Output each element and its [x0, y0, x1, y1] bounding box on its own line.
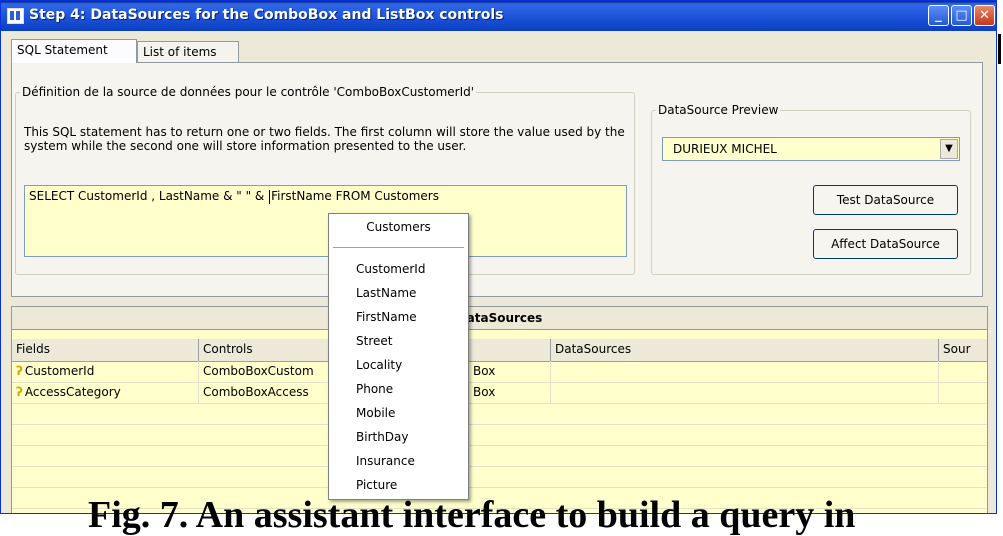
table-cell-datasource	[551, 382, 939, 403]
test-datasource-button[interactable]: Test DataSource	[813, 185, 958, 215]
popup-item-customerid[interactable]: CustomerId	[356, 262, 425, 276]
popup-divider	[333, 247, 464, 248]
column-header-source[interactable]: Sour	[939, 339, 987, 361]
popup-item-locality[interactable]: Locality	[356, 358, 402, 372]
definition-legend: Définition de la source de données pour …	[22, 85, 475, 99]
sql-text-after: FirstName FROM Customers	[271, 189, 439, 203]
table-cell-control: ComboBoxAccess	[199, 382, 329, 403]
popup-item-insurance[interactable]: Insurance	[356, 454, 415, 468]
preview-selected-value: DURIEUX MICHEL	[673, 142, 777, 156]
key-icon: ʔ	[16, 385, 23, 399]
popup-table-name: Customers	[366, 220, 431, 234]
sql-text-before: SELECT CustomerId , LastName & " " &	[29, 189, 269, 203]
tab-sql-statement[interactable]: SQL Statement	[11, 39, 137, 63]
chevron-down-icon[interactable]: ▼	[940, 139, 958, 159]
sql-textarea[interactable]: SELECT CustomerId , LastName & " " & Fir…	[24, 185, 627, 257]
maximize-button[interactable]: □	[951, 5, 972, 26]
popup-item-firstname[interactable]: FirstName	[356, 310, 417, 324]
preview-legend: DataSource Preview	[658, 103, 779, 117]
figure-caption: Fig. 7. An assistant interface to build …	[88, 494, 856, 536]
datasources-grid: DataSources Fields Controls DataSources …	[11, 306, 988, 513]
close-button[interactable]: ✕	[974, 5, 995, 26]
table-cell-field: ʔ CustomerId	[12, 361, 199, 382]
popup-item-phone[interactable]: Phone	[356, 382, 393, 396]
title-bar: Step 4: DataSources for the ComboBox and…	[1, 1, 996, 31]
table-row[interactable]	[12, 424, 987, 446]
minimize-button[interactable]: _	[928, 5, 949, 26]
wizard-window: Step 4: DataSources for the ComboBox and…	[0, 0, 997, 514]
table-row[interactable]: ʔ AccessCategory ComboBoxAccess Box	[12, 382, 987, 404]
table-cell-datasource	[551, 361, 939, 382]
affect-datasource-button[interactable]: Affect DataSource	[813, 229, 958, 259]
text-caret	[269, 189, 271, 204]
grid-caption: DataSources	[12, 307, 987, 330]
table-row[interactable]: ʔ CustomerId ComboBoxCustom Box	[12, 361, 987, 383]
field-name: CustomerId	[24, 364, 95, 378]
popup-item-lastname[interactable]: LastName	[356, 286, 416, 300]
column-header-fields[interactable]: Fields	[12, 339, 199, 361]
grid-header-row: Fields Controls DataSources Sour	[12, 339, 987, 362]
popup-item-mobile[interactable]: Mobile	[356, 406, 395, 420]
table-row[interactable]	[12, 445, 987, 467]
popup-item-street[interactable]: Street	[356, 334, 392, 348]
tab-list-of-items[interactable]: List of items	[137, 41, 239, 63]
text-cursor	[998, 34, 1001, 64]
field-name: AccessCategory	[24, 385, 121, 399]
definition-description: This SQL statement has to return one or …	[24, 125, 625, 153]
table-row[interactable]	[12, 466, 987, 488]
table-cell-control: ComboBoxCustom	[199, 361, 329, 382]
key-icon: ʔ	[16, 364, 23, 378]
table-row[interactable]	[12, 403, 987, 425]
column-header-controls[interactable]: Controls	[199, 339, 329, 361]
table-icon	[7, 8, 24, 24]
window-title: Step 4: DataSources for the ComboBox and…	[29, 7, 504, 23]
field-picker-popup: Customers CustomerId LastName FirstName …	[328, 213, 469, 500]
table-cell-source	[939, 382, 987, 403]
popup-item-picture[interactable]: Picture	[356, 478, 397, 492]
table-cell-source	[939, 361, 987, 382]
popup-item-birthday[interactable]: BirthDay	[356, 430, 409, 444]
preview-combobox[interactable]: DURIEUX MICHEL ▼	[662, 137, 960, 161]
table-cell-field: ʔ AccessCategory	[12, 382, 199, 403]
column-header-datasources[interactable]: DataSources	[551, 339, 939, 361]
